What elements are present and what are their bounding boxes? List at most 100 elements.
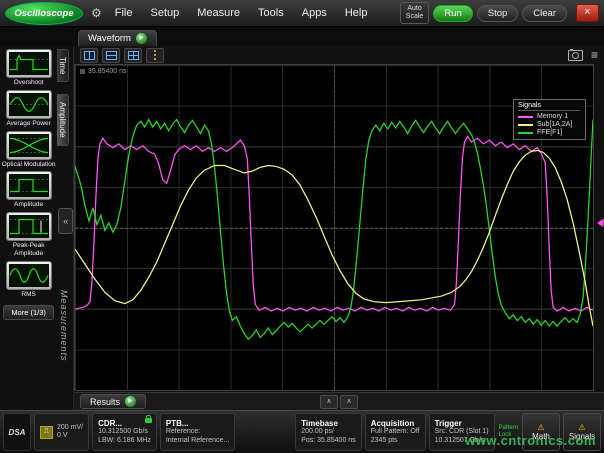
tab-results[interactable]: Results ▶ [80,394,146,409]
amplitude-waveform-icon [6,171,52,200]
measurement-label: Amplitude [2,201,56,209]
run-button[interactable]: Run [433,5,472,22]
play-icon[interactable]: ▶ [136,33,147,44]
tab-amplitude[interactable]: Amplitude [57,94,69,146]
measurement-item-peak-peak-amplitude[interactable]: Peak-Peak Amplitude [2,212,56,258]
plot-toolbar-right: ≡ [568,49,598,61]
waveform-main-area: ≡ 35.85400 ns Signals Memory 1Sub[1A,2A]… [74,46,604,410]
optical-modulation-waveform-icon [6,131,52,160]
overshoot-waveform-icon [6,49,52,78]
cdr-loop-bandwidth: LBW: 6.186 MHz [98,437,151,445]
measurement-item-overshoot[interactable]: Overshoot [2,49,56,87]
acquisition-title: Acquisition [371,419,420,428]
auto-scale-line1: Auto [406,5,424,13]
menu-tools[interactable]: Tools [253,5,289,21]
statusbar-spacer [238,413,292,451]
layout-quad-button[interactable] [124,48,142,63]
layout-split-horizontal-button[interactable] [102,48,120,63]
channel-color-icon: ⎍ [40,426,53,439]
menu-setup[interactable]: Setup [146,5,185,21]
plot-area[interactable]: 35.85400 ns Signals Memory 1Sub[1A,2A]FF… [74,64,594,391]
plot-toolbar: ≡ [74,46,604,64]
waveform-trace [75,136,593,311]
waveform-tab-label: Waveform [88,33,131,44]
ptb-reference-label: Reference: [166,428,229,436]
ptb-reference-value: Internal Reference... [166,437,229,445]
channel-offset: 0 V [57,432,83,440]
legend-entry: FFE[F1] [518,129,580,136]
measurement-item-amplitude[interactable]: Amplitude [2,171,56,209]
signals-legend: Signals Memory 1Sub[1A,2A]FFE[F1] [513,99,586,140]
cdr-rate: 10.312500 Gb/s [98,428,151,436]
acquisition-panel[interactable]: Acquisition Full Pattern: Off 2345 pts [365,413,426,451]
oscilloscope-app: Oscilloscope ⚙ File Setup Measure Tools … [0,0,604,453]
more-measurements-button[interactable]: More (1/3) [3,305,54,320]
timebase-position-readout: 35.85400 ns [80,68,127,75]
close-button[interactable]: × [576,4,599,22]
results-bar: Results ▶ ∧ ∧ [74,392,604,410]
sidebar-strip: Time Amplitude « Measurements [57,46,74,410]
measurements-sidebar: Overshoot Average Power Optical Modulati… [0,46,74,410]
menu-file[interactable]: File [110,5,138,21]
timebase-title: Timebase [301,419,356,428]
camera-icon[interactable] [568,50,583,61]
tab-waveform[interactable]: Waveform ▶ [78,30,157,46]
waveform-trace [75,119,593,339]
menu-help[interactable]: Help [340,5,373,21]
auto-scale-line2: Scale [406,13,424,21]
results-play-icon[interactable]: ▶ [125,396,136,407]
cdr-title: CDR... [98,419,151,428]
legend-rows: Memory 1Sub[1A,2A]FFE[F1] [518,113,580,136]
results-expander: ∧ ∧ [320,395,358,409]
display-options-button[interactable] [146,48,164,63]
peak-peak-amplitude-waveform-icon [6,212,52,241]
title-bar: Oscilloscope ⚙ File Setup Measure Tools … [0,0,604,27]
acquisition-pattern: Full Pattern: Off [371,428,420,436]
menu-measure[interactable]: Measure [192,5,245,21]
measurement-label: RMS [2,291,56,299]
legend-entry: Sub[1A,2A] [518,121,580,128]
content-area: Overshoot Average Power Optical Modulati… [0,46,604,410]
workspace-tab-bar: Waveform ▶ [0,27,604,46]
timebase-panel[interactable]: Timebase 200.00 ps/ Pos: 35.85400 ns [295,413,362,451]
pattern-lock-line1: Pattern [499,425,518,432]
grid-split-h-icon [106,51,117,60]
ptb-panel[interactable]: PTB... Reference: Internal Reference... [160,413,235,451]
measurement-item-average-power[interactable]: Average Power [2,90,56,128]
measurement-item-rms[interactable]: RMS [2,261,56,299]
layout-split-vertical-button[interactable] [80,48,98,63]
stop-button[interactable]: Stop [477,5,519,22]
measurement-label: Overshoot [2,79,56,87]
plot-wrapper: 35.85400 ns Signals Memory 1Sub[1A,2A]FF… [74,64,604,392]
channel-scale: 200 mV/ [57,424,83,432]
expand-results-button-2[interactable]: ∧ [340,395,358,409]
expand-results-button[interactable]: ∧ [320,395,338,409]
collapse-sidebar-button[interactable]: « [58,208,73,234]
measurement-item-optical-modulation[interactable]: Optical Modulation [2,131,56,169]
header-actions: Auto Scale Run Stop Clear × [400,2,599,23]
menu-apps[interactable]: Apps [297,5,332,21]
ptb-title: PTB... [166,419,229,428]
measurement-label: Peak-Peak Amplitude [2,242,56,258]
auto-scale-button[interactable]: Auto Scale [400,2,430,23]
menu-hamburger-icon[interactable]: ≡ [591,49,598,61]
trigger-title: Trigger [435,419,489,428]
legend-entry: Memory 1 [518,113,580,120]
timebase-position: Pos: 35.85400 ns [301,437,356,445]
channel-panel[interactable]: ⎍ 200 mV/ 0 V [34,413,89,451]
dsa-badge[interactable]: DSA [3,413,31,451]
options-dots-icon [154,49,156,61]
clear-button[interactable]: Clear [522,5,567,22]
lock-icon [145,418,152,423]
timebase-scale: 200.00 ps/ [301,428,356,436]
tab-time[interactable]: Time [57,49,69,82]
measurement-label: Optical Modulation [2,161,56,169]
cdr-panel[interactable]: CDR... 10.312500 Gb/s LBW: 6.186 MHz [92,413,157,451]
settings-gear-icon[interactable]: ⚙ [91,6,102,20]
grid-split-v-icon [84,51,95,60]
rms-waveform-icon [6,261,52,290]
warning-icon: ⚠ [537,424,544,432]
m1-marker[interactable]: M1 [597,218,604,227]
oscilloscope-logo: Oscilloscope [5,2,83,25]
grid-quad-icon [128,51,139,60]
